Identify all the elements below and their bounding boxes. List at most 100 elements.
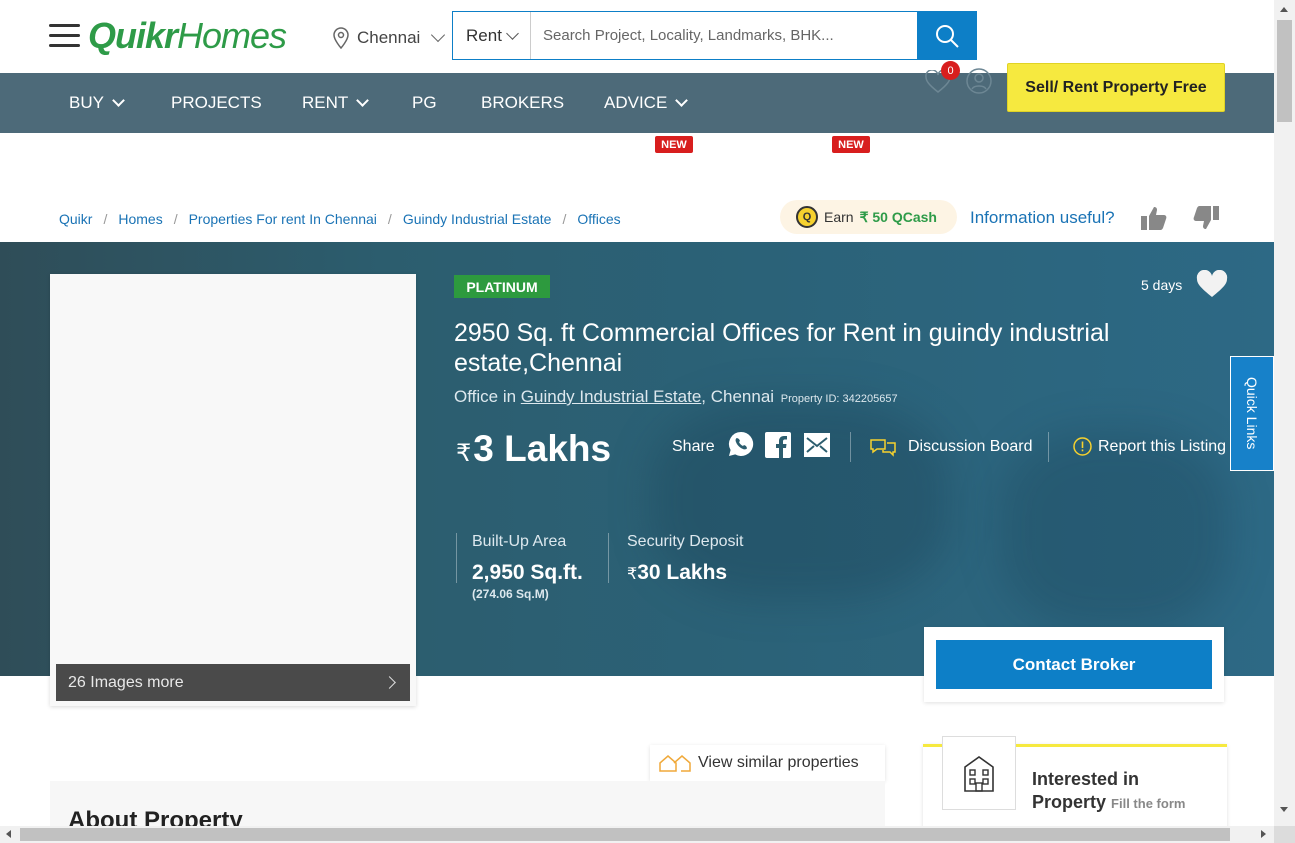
property-image-gallery[interactable] (50, 274, 416, 706)
security-deposit-label: Security Deposit (627, 533, 744, 550)
scroll-up-arrow-icon[interactable] (1280, 7, 1288, 12)
qcash-amount: ₹ 50 QCash (859, 208, 937, 225)
listing-type: Office in (454, 387, 517, 406)
report-listing-link[interactable]: Report this Listing (1073, 437, 1226, 456)
built-up-area-value: 2,950 Sq.ft. (472, 561, 583, 584)
nav-brokers-label: BROKERS (481, 93, 565, 112)
qcash-coin-icon: Q (796, 206, 818, 228)
nav-brokers[interactable]: BROKERS (481, 73, 564, 133)
new-badge: NEW (655, 136, 693, 153)
nav-advice[interactable]: ADVICE (604, 73, 689, 133)
nav-projects-label: PROJECTS (171, 93, 262, 112)
built-up-area: Built-Up Area 2,950 Sq.ft. (274.06 Sq.M) (472, 533, 583, 601)
chevron-right-icon (383, 676, 396, 689)
search-icon (935, 24, 959, 48)
price-value: 3 Lakhs (473, 428, 612, 469)
scroll-right-arrow-icon[interactable] (1261, 830, 1266, 838)
fill-form-hint: Fill the form (1111, 796, 1186, 811)
divider (850, 432, 851, 462)
email-icon[interactable] (804, 433, 830, 457)
quikrhomes-logo[interactable]: QuikrHomes (88, 14, 287, 58)
rupee-symbol: ₹ (456, 440, 472, 467)
facebook-icon[interactable] (765, 432, 791, 458)
view-similar-properties-button[interactable]: View similar properties (650, 745, 885, 781)
building-icon (942, 736, 1016, 810)
images-more-button[interactable]: 26 Images more (56, 664, 410, 701)
interested-in-property-text: Interested in Property Fill the form (1032, 768, 1185, 815)
property-id: Property ID: 342205657 (780, 393, 898, 405)
discussion-board-link[interactable]: Discussion Board (870, 437, 1033, 457)
search-type-label: Rent (466, 25, 502, 45)
images-more-label: 26 Images more (68, 673, 184, 691)
nav-rent[interactable]: RENT (302, 73, 370, 133)
nav-advice-label: ADVICE (604, 93, 668, 112)
locality-link[interactable]: Guindy Industrial Estate (521, 387, 701, 406)
scroll-down-arrow-icon[interactable] (1280, 807, 1288, 812)
user-account-icon[interactable] (966, 68, 992, 94)
nav-rent-label: RENT (302, 93, 349, 112)
breadcrumb: Quikr / Homes / Properties For rent In C… (59, 211, 621, 227)
chevron-down-icon (675, 93, 689, 107)
wishlist-count-badge: 0 (941, 61, 960, 80)
breadcrumb-link[interactable]: Offices (577, 211, 620, 227)
nav-buy-label: BUY (69, 93, 104, 112)
rupee-symbol: ₹ (627, 566, 638, 583)
scroll-left-arrow-icon[interactable] (6, 830, 11, 838)
listing-age: 5 days (1141, 277, 1183, 293)
chevron-down-icon (112, 93, 125, 107)
divider (456, 533, 457, 583)
favorite-heart-icon[interactable] (1196, 270, 1228, 299)
security-deposit: Security Deposit ₹30 Lakhs (627, 533, 744, 585)
city-selector[interactable]: Chennai (332, 26, 446, 50)
scrollbar-corner (1274, 826, 1295, 843)
logo-quikr-text: Quikr (88, 15, 178, 56)
horizontal-scroll-thumb[interactable] (20, 828, 1230, 841)
thumbs-down-icon[interactable] (1192, 205, 1220, 231)
breadcrumb-link[interactable]: Homes (118, 211, 162, 227)
contact-broker-button[interactable]: Contact Broker (936, 640, 1212, 689)
search-type-dropdown[interactable]: Rent (453, 12, 531, 59)
nav-buy[interactable]: BUY (69, 73, 125, 133)
discussion-board-label: Discussion Board (908, 438, 1033, 455)
breadcrumb-link[interactable]: Properties For rent In Chennai (189, 211, 377, 227)
location-pin-icon (333, 27, 349, 49)
sell-rent-property-button[interactable]: Sell/ Rent Property Free (1007, 63, 1225, 112)
security-deposit-value: 30 Lakhs (637, 561, 728, 584)
search-input[interactable] (531, 12, 917, 59)
thumbs-up-icon[interactable] (1140, 205, 1168, 231)
earn-qcash-pill[interactable]: Q Earn ₹ 50 QCash (780, 200, 957, 234)
breadcrumb-separator: / (562, 211, 567, 227)
built-up-area-metric: (274.06 Sq.M) (472, 587, 549, 601)
horizontal-scrollbar[interactable] (0, 826, 1274, 843)
breadcrumb-separator: / (103, 211, 108, 227)
vertical-scrollbar[interactable] (1274, 0, 1295, 826)
information-useful-label: Information useful? (970, 208, 1115, 227)
chevron-down-icon (506, 26, 519, 40)
nav-projects[interactable]: PROJECTS (171, 73, 262, 133)
security-deposit-amount: ₹30 Lakhs (627, 561, 744, 585)
nav-pg-label: PG (412, 93, 437, 112)
report-listing-label: Report this Listing (1098, 437, 1227, 455)
breadcrumb-link[interactable]: Quikr (59, 211, 92, 227)
search-bar: Rent (452, 11, 977, 60)
hero-background-blur (1000, 430, 1230, 630)
breadcrumb-link[interactable]: Guindy Industrial Estate (403, 211, 552, 227)
vertical-scroll-thumb[interactable] (1277, 20, 1292, 122)
hamburger-menu-icon[interactable] (49, 24, 80, 48)
new-badge: NEW (832, 136, 870, 153)
listing-subtitle: Office in Guindy Industrial Estate, Chen… (454, 387, 898, 407)
divider (608, 533, 609, 583)
page: QuikrHomes Chennai Rent BUY PROJECTS (0, 0, 1295, 843)
info-warning-icon (1073, 437, 1092, 456)
built-up-area-label: Built-Up Area (472, 533, 567, 550)
search-button[interactable] (917, 12, 976, 59)
nav-pg[interactable]: PG (412, 73, 437, 133)
breadcrumb-separator: / (387, 211, 392, 227)
platinum-badge: PLATINUM (454, 275, 550, 298)
quick-links-tab[interactable]: Quick Links (1230, 356, 1274, 471)
view-similar-label: View similar properties (698, 754, 859, 771)
share-label: Share (672, 438, 715, 455)
city-label: Chennai (357, 28, 421, 47)
whatsapp-icon[interactable] (728, 431, 754, 457)
houses-icon (659, 755, 691, 772)
